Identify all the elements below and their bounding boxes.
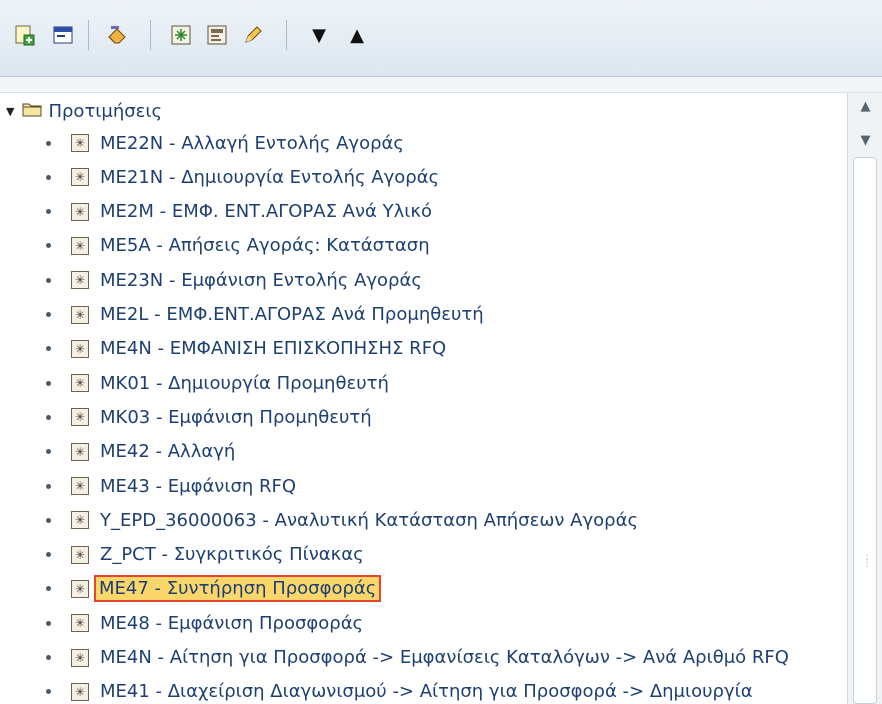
- tree-item-label[interactable]: Z_PCT - Συγκριτικός Πίνακας: [97, 543, 367, 566]
- tree-root-label: Προτιμήσεις: [48, 100, 163, 122]
- tree-item-label[interactable]: ME48 - Εμφάνιση Προσφοράς: [97, 612, 366, 635]
- tree-item-label[interactable]: ME41 - Διαχείριση Διαγωνισμού -> Αίτηση …: [97, 680, 756, 703]
- scroll-up-icon[interactable]: ▲: [857, 99, 874, 114]
- bullet-icon: [46, 483, 51, 489]
- tree-item-label[interactable]: Y_EPD_36000063 - Αναλυτική Κατάσταση Απή…: [97, 509, 641, 532]
- bullet-icon: [46, 449, 51, 455]
- tree-item-label[interactable]: ME23N - Εμφάνιση Εντολής Αγοράς: [97, 269, 425, 292]
- bullet-icon: [46, 655, 51, 660]
- transaction-icon: ✳: [71, 408, 89, 427]
- bullet-icon: [46, 346, 51, 352]
- tree-item-label[interactable]: ME42 - Αλλαγή: [97, 440, 238, 463]
- scroll-down-icon[interactable]: ▼: [857, 133, 874, 148]
- tree-item[interactable]: ✳ Z_PCT - Συγκριτικός Πίνακας: [46, 542, 367, 568]
- bullet-icon: [46, 209, 51, 215]
- grip-icon: ⋮ ⋮: [862, 554, 872, 569]
- transaction-icon: ✳: [71, 236, 89, 255]
- tree-item-selected[interactable]: ✳ ME47 - Συντήρηση Προσφοράς: [46, 575, 382, 603]
- delete-eraser-icon[interactable]: [104, 22, 130, 48]
- tree-item-label[interactable]: ME2M - ΕΜΦ. ΕΝΤ.ΑΓΟΡΑΣ Ανά Υλικό: [97, 200, 435, 223]
- transaction-icon: ✳: [71, 442, 89, 461]
- bullet-icon: [46, 380, 51, 386]
- tree-item-label[interactable]: ME22N - Αλλαγή Εντολής Αγοράς: [97, 132, 407, 155]
- favorites-tree: ▼ Προτιμήσεις ✳ ME22N - Αλλαγή Εντολής Αγ…: [0, 93, 845, 704]
- bullet-icon: [46, 552, 51, 558]
- transaction-icon: ✳: [71, 682, 89, 701]
- tree-item-label[interactable]: MK01 - Δημιουργία Προμηθευτή: [97, 372, 392, 395]
- transaction-icon: ✳: [71, 374, 89, 393]
- tree-item-label[interactable]: ME4N - Αίτηση για Προσφορά -> Εμφανίσεις…: [97, 646, 792, 669]
- bullet-icon: [46, 174, 51, 180]
- tree-item[interactable]: ✳ ME2L - ΕΜΦ.ΕΝΤ.ΑΓΟΡΑΣ Ανά Προμηθευτή: [46, 302, 487, 328]
- add-favorite-icon[interactable]: [12, 22, 38, 48]
- insert-folder-icon[interactable]: [50, 22, 76, 48]
- tree-root-favorites[interactable]: ▼ Προτιμήσεις: [6, 99, 162, 123]
- toolbar-divider-strip: [0, 77, 882, 93]
- bullet-icon: [46, 277, 51, 283]
- bullet-icon: [46, 689, 51, 695]
- tree-item[interactable]: ✳ ME21N - Δημιουργία Εντολής Αγοράς: [46, 164, 442, 190]
- tree-item-label[interactable]: ME2L - ΕΜΦ.ΕΝΤ.ΑΓΟΡΑΣ Ανά Προμηθευτή: [97, 303, 487, 326]
- tree-item[interactable]: ✳ ME4N - Αίτηση για Προσφορά -> Εμφανίσει…: [46, 645, 792, 671]
- tree-item[interactable]: ✳ ME43 - Εμφάνιση RFQ: [46, 473, 299, 499]
- add-transaction-icon[interactable]: [168, 22, 194, 48]
- change-pencil-icon[interactable]: [240, 22, 266, 48]
- bullet-icon: [46, 243, 51, 249]
- transaction-icon: ✳: [71, 648, 89, 667]
- tree-item-label[interactable]: ME4N - ΕΜΦΑΝΙΣΗ ΕΠΙΣΚΟΠΗΣΗΣ RFQ: [97, 337, 449, 360]
- transaction-icon: ✳: [71, 614, 89, 633]
- transaction-icon: ✳: [71, 134, 89, 152]
- toolbar: ▼ ▲: [0, 0, 882, 77]
- folder-icon: [22, 101, 42, 121]
- add-other-object-icon[interactable]: [204, 22, 230, 48]
- bullet-icon: [46, 414, 51, 420]
- tree-item[interactable]: ✳ ME5A - Απήσεις Αγοράς: Κατάσταση: [46, 233, 433, 259]
- tree-item[interactable]: ✳ ME22N - Αλλαγή Εντολής Αγοράς: [46, 130, 407, 156]
- transaction-icon: ✳: [71, 579, 89, 598]
- transaction-icon: ✳: [71, 339, 89, 358]
- tree-item[interactable]: ✳ Y_EPD_36000063 - Αναλυτική Κατάσταση Απ…: [46, 507, 641, 533]
- tree-item-label[interactable]: MK03 - Εμφάνιση Προμηθευτή: [97, 406, 375, 429]
- toolbar-separator: [88, 20, 89, 50]
- move-up-icon[interactable]: ▲: [344, 22, 370, 48]
- tree-item[interactable]: ✳ MK03 - Εμφάνιση Προμηθευτή: [46, 404, 375, 430]
- vertical-scrollbar[interactable]: ▲ ▼ ⋮ ⋮: [847, 93, 882, 704]
- tree-item[interactable]: ✳ ME42 - Αλλαγή: [46, 439, 238, 465]
- bullet-icon: [46, 140, 51, 146]
- move-down-icon[interactable]: ▼: [306, 22, 332, 48]
- tree-item-label[interactable]: ME5A - Απήσεις Αγοράς: Κατάσταση: [97, 234, 433, 257]
- tree-item[interactable]: ✳ ME48 - Εμφάνιση Προσφοράς: [46, 610, 366, 636]
- tree-item[interactable]: ✳ ME2M - ΕΜΦ. ΕΝΤ.ΑΓΟΡΑΣ Ανά Υλικό: [46, 199, 435, 225]
- bullet-icon: [46, 586, 51, 592]
- transaction-icon: ✳: [71, 271, 89, 290]
- tree-item[interactable]: ✳ ME4N - ΕΜΦΑΝΙΣΗ ΕΠΙΣΚΟΠΗΣΗΣ RFQ: [46, 336, 449, 362]
- tree-item-label[interactable]: ME43 - Εμφάνιση RFQ: [97, 475, 299, 498]
- transaction-icon: ✳: [71, 168, 89, 187]
- tree-item[interactable]: ✳ MK01 - Δημιουργία Προμηθευτή: [46, 370, 392, 396]
- bullet-icon: [46, 312, 51, 317]
- collapse-triangle-icon[interactable]: ▼: [6, 105, 14, 118]
- bullet-icon: [46, 517, 51, 523]
- bullet-icon: [46, 620, 51, 626]
- tree-item-label[interactable]: ME47 - Συντήρηση Προσφοράς: [94, 575, 382, 603]
- tree-item[interactable]: ✳ ME23N - Εμφάνιση Εντολής Αγοράς: [46, 267, 425, 293]
- transaction-icon: ✳: [71, 545, 89, 564]
- toolbar-separator: [150, 20, 151, 50]
- tree-item[interactable]: ✳ ME41 - Διαχείριση Διαγωνισμού -> Αίτηση…: [46, 679, 756, 704]
- transaction-icon: ✳: [71, 511, 89, 530]
- scrollbar-thumb[interactable]: ⋮ ⋮: [853, 157, 877, 704]
- transaction-icon: ✳: [71, 305, 89, 324]
- transaction-icon: ✳: [71, 477, 89, 495]
- tree-item-label[interactable]: ME21N - Δημιουργία Εντολής Αγοράς: [97, 166, 442, 189]
- toolbar-separator: [286, 20, 287, 50]
- transaction-icon: ✳: [71, 202, 89, 221]
